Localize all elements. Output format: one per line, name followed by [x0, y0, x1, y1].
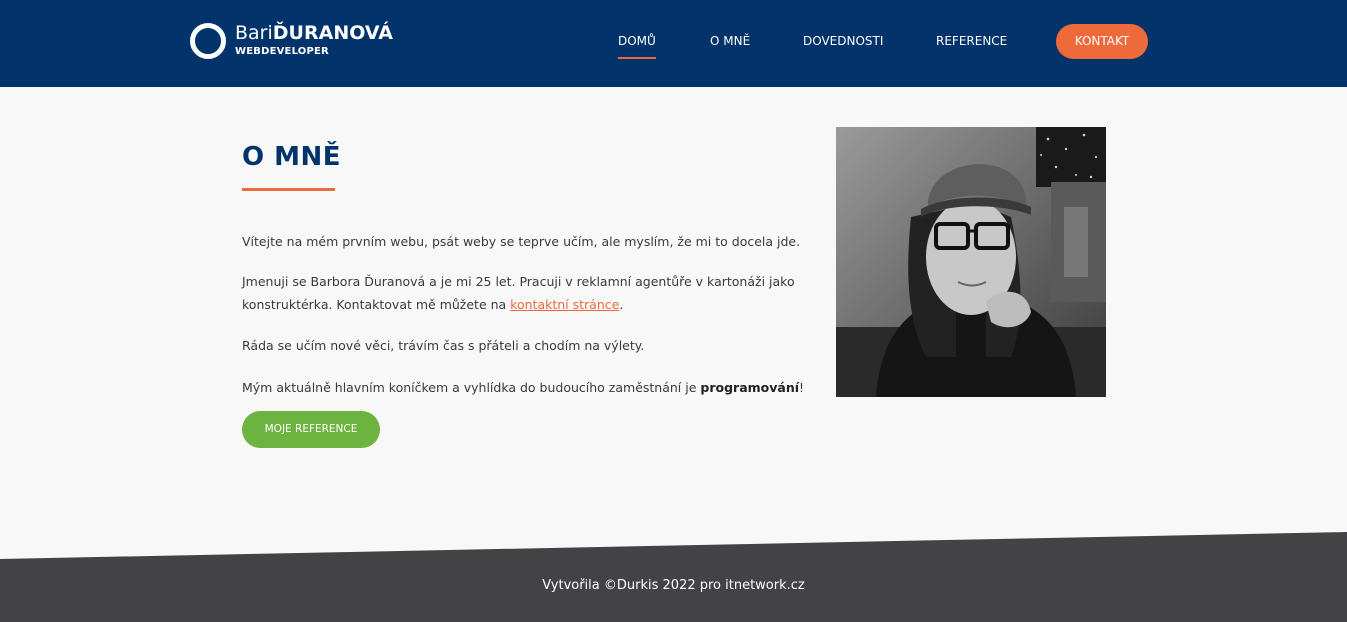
footer-credits: Vytvořila ©Durkis 2022 pro itnetwork.cz [542, 578, 805, 593]
profile-photo [836, 127, 1106, 397]
nav-item-dovednosti[interactable]: DOVEDNOSTI [803, 34, 883, 49]
nav-item-o-mne[interactable]: O MNĚ [710, 34, 750, 49]
contact-page-link[interactable]: kontaktní stránce [510, 297, 619, 312]
logo-name-light: Bari [235, 22, 273, 44]
goal-text: Mým aktuálně hlavním koníčkem a vyhlídka… [242, 380, 701, 395]
title-underline [242, 188, 335, 191]
goal-text-end: ! [799, 380, 805, 395]
about-paragraph: Jmenuji se Barbora Ďuranová a je mi 25 l… [242, 270, 812, 316]
my-references-button[interactable]: MOJE REFERENCE [242, 411, 380, 448]
contact-button[interactable]: KONTAKT [1056, 24, 1148, 59]
logo-name: BariĎURANOVÁ [235, 22, 393, 44]
about-text-end: . [619, 297, 624, 312]
goal-highlight: programování [700, 380, 800, 395]
site-footer: Vytvořila ©Durkis 2022 pro itnetwork.cz [0, 530, 1347, 622]
nav-item-domu[interactable]: DOMŮ [618, 34, 656, 59]
page-title: O MNĚ [242, 142, 342, 172]
profile-photo-illustration [836, 127, 1106, 397]
hobbies-paragraph: Ráda se učím nové věci, trávím čas s přá… [242, 338, 645, 353]
intro-paragraph: Vítejte na mém prvním webu, psát weby se… [242, 234, 801, 249]
site-header: BariĎURANOVÁ WEBDEVELOPER DOMŮ O MNĚ DOV… [0, 0, 1347, 87]
nav-item-reference[interactable]: REFERENCE [936, 34, 1007, 49]
logo-subtitle: WEBDEVELOPER [235, 46, 329, 57]
footer-background [0, 532, 1347, 622]
logo[interactable]: BariĎURANOVÁ WEBDEVELOPER [190, 22, 393, 62]
logo-ring-icon [190, 23, 226, 59]
goal-paragraph: Mým aktuálně hlavním koníčkem a vyhlídka… [242, 376, 812, 399]
logo-name-bold: ĎURANOVÁ [272, 22, 393, 44]
